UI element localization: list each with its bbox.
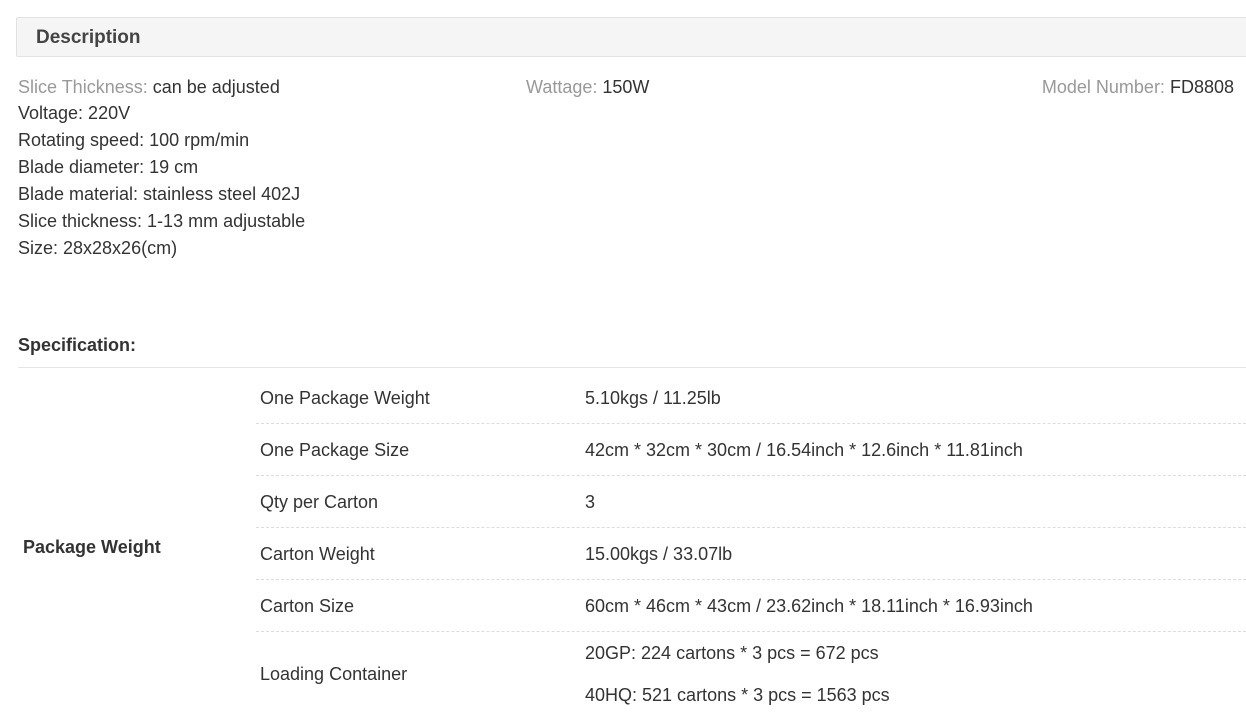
spec-value: 40HQ: 521 cartons * 3 pcs = 1563 pcs	[585, 685, 890, 705]
spec-key: One Package Size	[260, 440, 410, 460]
package-weight-label: Package Weight	[23, 537, 161, 557]
spec-value: 42cm * 32cm * 30cm / 16.54inch * 12.6inc…	[585, 440, 1023, 460]
table-row: Carton Size 60cm * 46cm * 43cm / 23.62in…	[256, 580, 1246, 632]
table-row: Loading Container 20GP: 224 cartons * 3 …	[256, 632, 1246, 716]
attribute-value: FD8808	[1169, 77, 1234, 97]
detail-item: Size: 28x28x26(cm)	[18, 238, 178, 258]
spec-key: One Package Weight	[260, 388, 430, 408]
table-row: One Package Size 42cm * 32cm * 30cm / 16…	[256, 424, 1246, 476]
table-row: One Package Weight 5.10kgs / 11.25lb	[256, 372, 1246, 424]
spec-value-group: 20GP: 224 cartons * 3 pcs = 672 pcs 40HQ…	[585, 632, 890, 716]
description-header: Description	[16, 17, 1246, 57]
description-details: Voltage: 220V Rotating speed: 100 rpm/mi…	[18, 100, 305, 262]
spec-value: 60cm * 46cm * 43cm / 23.62inch * 18.11in…	[585, 596, 1033, 616]
spec-key: Carton Weight	[260, 544, 375, 564]
detail-item: Blade diameter: 19 cm	[18, 157, 199, 177]
spec-key: Loading Container	[260, 664, 408, 684]
specification-table: One Package Weight 5.10kgs / 11.25lb One…	[256, 372, 1246, 716]
attribute-model-number: Model Number: FD8808	[1042, 76, 1234, 98]
spec-key: Qty per Carton	[260, 492, 379, 512]
attribute-slice-thickness: Slice Thickness: can be adjusted	[18, 76, 280, 98]
detail-item: Rotating speed: 100 rpm/min	[18, 130, 250, 150]
specification-title: Specification:	[18, 335, 137, 355]
attribute-value: can be adjusted	[152, 77, 280, 97]
spec-key: Carton Size	[260, 596, 355, 616]
spec-value: 15.00kgs / 33.07lb	[585, 544, 733, 564]
detail-item: Blade material: stainless steel 402J	[18, 184, 301, 204]
table-row: Qty per Carton 3	[256, 476, 1246, 528]
attribute-label: Slice Thickness:	[18, 77, 148, 97]
attribute-label: Model Number:	[1041, 77, 1165, 97]
description-title: Description	[36, 27, 141, 48]
spec-value: 5.10kgs / 11.25lb	[585, 388, 721, 408]
detail-item: Slice thickness: 1-13 mm adjustable	[18, 211, 306, 231]
attribute-value: 150W	[602, 77, 650, 97]
spec-value: 3	[585, 492, 596, 512]
table-row: Carton Weight 15.00kgs / 33.07lb	[256, 528, 1246, 580]
attribute-wattage: Wattage: 150W	[526, 76, 649, 98]
spec-value: 20GP: 224 cartons * 3 pcs = 672 pcs	[585, 643, 879, 663]
specification-divider	[18, 367, 1246, 368]
attribute-label: Wattage:	[526, 77, 598, 97]
detail-item: Voltage: 220V	[18, 103, 131, 123]
